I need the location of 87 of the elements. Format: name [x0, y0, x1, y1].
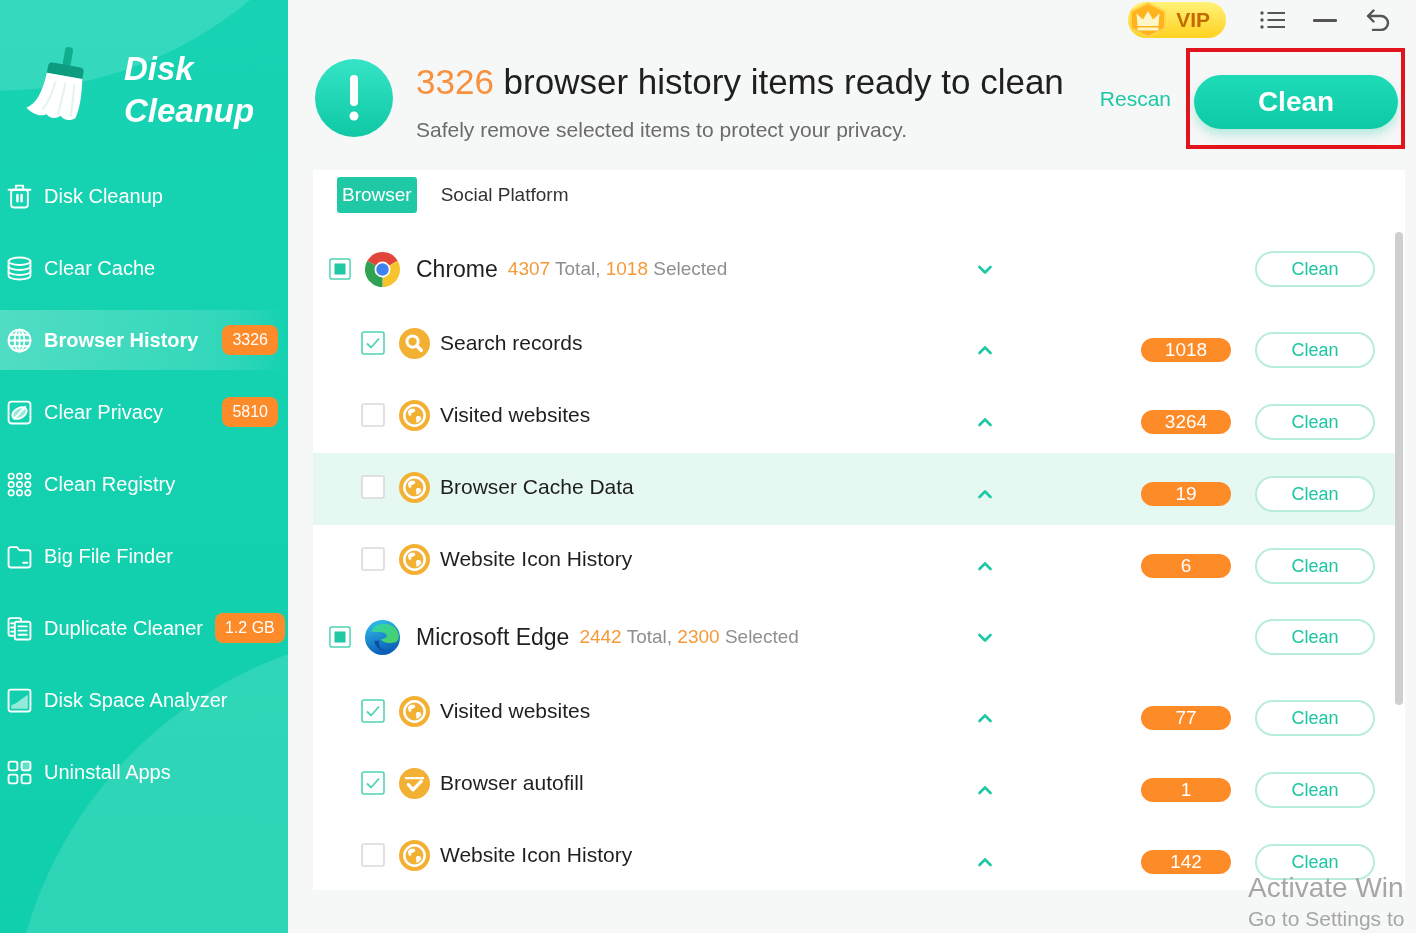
count-badge: 1: [1141, 778, 1231, 802]
browser-name: Chrome: [416, 255, 498, 283]
item-name: Visited websites: [440, 699, 591, 723]
globe-icon: [7, 327, 32, 353]
chevron-up-icon[interactable]: [978, 561, 992, 571]
subtitle: Safely remove selected items to protect your privacy.: [416, 116, 908, 142]
chevron-down-icon[interactable]: [978, 633, 992, 643]
checkbox[interactable]: [329, 258, 351, 280]
minimize-icon[interactable]: [1313, 18, 1337, 22]
globe-icon: [399, 695, 430, 727]
chart-square-icon: [7, 687, 32, 713]
globe-icon: [399, 839, 430, 871]
count-badge: 142: [1141, 850, 1231, 874]
browser-name: Microsoft Edge: [416, 623, 570, 651]
database-icon: [7, 255, 32, 281]
nav-item[interactable]: Disk Space Analyzer: [0, 670, 288, 730]
grid-icon: [7, 759, 32, 785]
chevron-down-icon[interactable]: [978, 265, 992, 275]
globe-icon: [399, 543, 430, 575]
checkbox[interactable]: [361, 475, 385, 499]
count-badge: 3326: [222, 325, 278, 355]
count-badge: 5810: [222, 397, 278, 427]
checkbox[interactable]: [329, 626, 351, 648]
count-badge: 6: [1141, 554, 1231, 578]
tab[interactable]: Browser: [337, 177, 417, 213]
checkbox[interactable]: [361, 403, 385, 427]
nav-item[interactable]: Duplicate Cleaner 1.2 GB: [0, 598, 288, 658]
activation-notice-text: Go to Settings to: [1248, 906, 1405, 931]
alert-icon: [315, 59, 393, 137]
checkbox[interactable]: [361, 331, 385, 355]
documents-icon: [7, 615, 32, 641]
clean-button[interactable]: Clean: [1255, 251, 1375, 287]
globe-icon: [399, 471, 430, 503]
clean-button[interactable]: Clean: [1255, 700, 1375, 736]
clean-button[interactable]: Clean: [1255, 404, 1375, 440]
headline: 3326 browser history items ready to clean: [416, 60, 1065, 103]
scrollbar-thumb[interactable]: [1395, 232, 1403, 705]
nav-item[interactable]: Clear Cache: [0, 238, 288, 298]
item-name: Browser Cache Data: [440, 475, 634, 499]
count-badge: 77: [1141, 706, 1231, 730]
item-name: Website Icon History: [440, 547, 633, 571]
item-name: Visited websites: [440, 403, 591, 427]
globe-icon: [399, 399, 430, 431]
folder-icon: [7, 543, 32, 569]
chevron-up-icon[interactable]: [978, 713, 992, 723]
rescan-link[interactable]: Rescan: [1099, 85, 1171, 111]
tab[interactable]: Social Platform: [435, 177, 574, 213]
edge-logo-icon: [365, 619, 400, 655]
chrome-logo-icon: [365, 251, 400, 287]
clean-button[interactable]: Clean: [1255, 476, 1375, 512]
chevron-up-icon[interactable]: [978, 857, 992, 867]
stats-text: 2442 Total, 2300 Selected: [579, 626, 799, 648]
check-badge-icon: [399, 767, 430, 799]
app-title: Disk Cleanup: [124, 49, 256, 131]
item-name: Browser autofill: [440, 771, 584, 795]
checkbox[interactable]: [361, 843, 385, 867]
checkbox[interactable]: [361, 547, 385, 571]
nav-item[interactable]: Clear Privacy 5810: [0, 382, 288, 442]
nav-item[interactable]: Clean Registry: [0, 454, 288, 514]
stats-text: 4307 Total, 1018 Selected: [507, 258, 728, 280]
nav-item[interactable]: Disk Cleanup: [0, 166, 288, 226]
nav-item[interactable]: Uninstall Apps: [0, 742, 288, 802]
chevron-up-icon[interactable]: [978, 345, 992, 355]
count-badge: 1018: [1141, 338, 1231, 362]
clean-button[interactable]: Clean: [1255, 548, 1375, 584]
search-icon: [399, 327, 430, 359]
list-icon[interactable]: [1260, 10, 1286, 30]
chevron-up-icon[interactable]: [978, 785, 992, 795]
count-badge: 19: [1141, 482, 1231, 506]
count-badge: 3264: [1141, 410, 1231, 434]
chevron-up-icon[interactable]: [978, 489, 992, 499]
clean-button[interactable]: Clean: [1194, 74, 1398, 129]
checkbox[interactable]: [361, 771, 385, 795]
count-badge: 1.2 GB: [215, 613, 285, 643]
checkbox[interactable]: [361, 699, 385, 723]
item-name: Search records: [440, 331, 583, 355]
undo-icon[interactable]: [1366, 9, 1390, 31]
crown-icon: [1128, 2, 1169, 38]
clean-button[interactable]: Clean: [1255, 332, 1375, 368]
item-name: Website Icon History: [440, 843, 633, 867]
trash-icon: [7, 183, 32, 209]
clean-button[interactable]: Clean: [1255, 619, 1375, 655]
nav-item[interactable]: Big File Finder: [0, 526, 288, 586]
chevron-up-icon[interactable]: [978, 417, 992, 427]
dot-grid-icon: [7, 471, 32, 497]
vip-button[interactable]: VIP: [1128, 2, 1226, 38]
clean-button[interactable]: Clean: [1255, 772, 1375, 808]
